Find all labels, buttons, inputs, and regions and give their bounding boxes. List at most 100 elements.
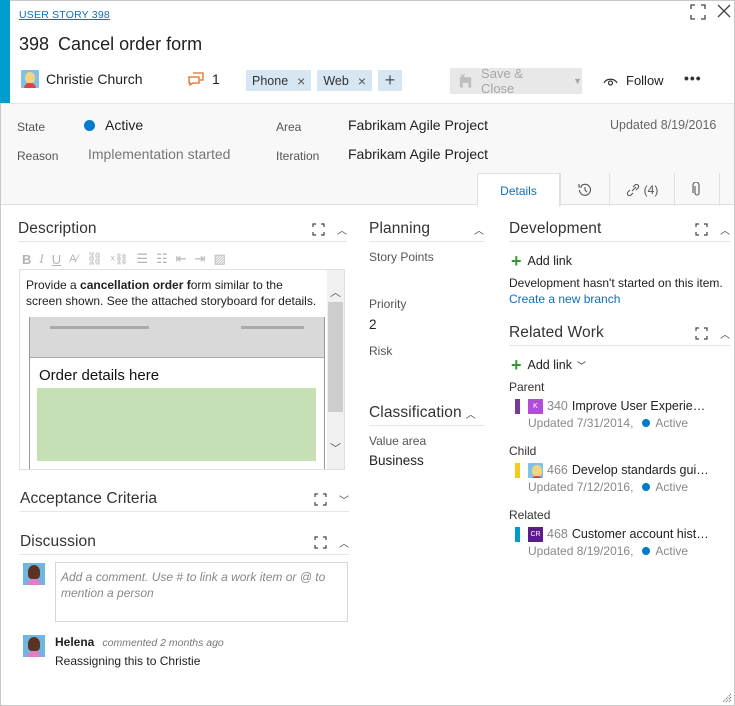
plus-icon: + bbox=[511, 251, 522, 271]
maximize-icon[interactable] bbox=[312, 222, 325, 236]
add-tag-button[interactable]: + bbox=[378, 70, 403, 91]
collapse-chevron-icon[interactable]: ︿ bbox=[339, 535, 349, 550]
maximize-icon[interactable] bbox=[314, 535, 327, 549]
work-item-type-color bbox=[515, 526, 520, 542]
related-item: K 340 Improve User Experience Updated 7/… bbox=[515, 398, 730, 430]
remove-tag-icon[interactable]: × bbox=[358, 73, 366, 89]
description-editor[interactable]: Provide a cancellation order form simila… bbox=[19, 269, 345, 470]
tab-attachments[interactable] bbox=[674, 173, 720, 206]
tab-details[interactable]: Details bbox=[477, 173, 560, 207]
iteration-label: Iteration bbox=[276, 149, 320, 163]
work-item-type-color bbox=[515, 398, 520, 414]
value-area-label: Value area bbox=[369, 434, 427, 448]
collapse-chevron-icon[interactable]: ︿ bbox=[720, 222, 730, 237]
work-item-title-text[interactable]: Cancel order form bbox=[58, 34, 202, 54]
comment-author-avatar bbox=[23, 635, 45, 657]
create-branch-link[interactable]: Create a new branch bbox=[509, 292, 620, 306]
risk-field[interactable] bbox=[369, 360, 484, 380]
work-item-icon: K bbox=[528, 398, 543, 414]
priority-label: Priority bbox=[369, 297, 407, 311]
remove-tag-icon[interactable]: × bbox=[297, 73, 305, 89]
resize-grip-icon[interactable] bbox=[720, 691, 732, 703]
related-item-title[interactable]: Customer account history bbox=[572, 527, 712, 541]
comment-count-button[interactable]: 1 bbox=[188, 71, 220, 87]
classification-title: Classification bbox=[369, 404, 462, 421]
editor-scrollbar[interactable]: ︿ ﹀ bbox=[327, 270, 344, 469]
state-dot-icon bbox=[642, 419, 651, 427]
bold-icon[interactable]: B bbox=[22, 252, 31, 267]
comment-input[interactable]: Add a comment. Use # to link a work item… bbox=[55, 562, 348, 622]
more-actions-icon[interactable]: ••• bbox=[684, 70, 702, 86]
tab-bar: Details (4) bbox=[477, 173, 720, 207]
collapse-chevron-icon[interactable]: ︿ bbox=[474, 222, 484, 237]
highlight-icon[interactable]: A⁄ bbox=[69, 253, 78, 265]
chevron-down-icon: ﹀ bbox=[577, 360, 587, 371]
assigned-to-field[interactable]: Christie Church bbox=[21, 70, 142, 88]
numbered-list-icon[interactable]: ☷ bbox=[156, 251, 168, 267]
development-title: Development bbox=[509, 220, 602, 237]
tab-history[interactable] bbox=[560, 173, 609, 206]
save-and-close-button[interactable]: Save & Close ▼ bbox=[450, 66, 582, 96]
priority-field[interactable]: 2 bbox=[369, 317, 377, 332]
related-work-add-link-button[interactable]: + Add link ﹀ bbox=[511, 356, 586, 374]
related-item: 466 Develop standards guid... Updated 7/… bbox=[515, 462, 730, 494]
italic-icon[interactable]: I bbox=[39, 251, 43, 267]
collapse-chevron-icon[interactable]: ︿ bbox=[466, 406, 476, 421]
maximize-icon[interactable] bbox=[314, 492, 327, 506]
comment-author[interactable]: Helena bbox=[55, 635, 94, 649]
work-item-icon: CR bbox=[528, 526, 543, 542]
save-options-chevron-icon[interactable]: ▼ bbox=[573, 76, 582, 86]
expand-chevron-icon[interactable]: ﹀ bbox=[339, 492, 349, 507]
underline-icon[interactable]: U bbox=[52, 252, 61, 267]
avatar bbox=[21, 70, 39, 88]
close-icon[interactable] bbox=[717, 4, 731, 18]
comment-timestamp: commented 2 months ago bbox=[102, 637, 224, 649]
acceptance-criteria-section-header[interactable]: Acceptance Criteria ﹀ bbox=[20, 487, 349, 512]
story-points-field[interactable] bbox=[369, 266, 484, 286]
maximize-icon[interactable] bbox=[690, 4, 706, 20]
work-item-title[interactable]: 398 Cancel order form bbox=[19, 34, 202, 55]
state-dot-icon bbox=[84, 120, 95, 131]
related-item: CR 468 Customer account history Updated … bbox=[515, 526, 730, 558]
related-item-title[interactable]: Improve User Experience bbox=[572, 399, 712, 413]
collapse-chevron-icon[interactable]: ︿ bbox=[337, 222, 347, 237]
link-icon[interactable]: ⛓ bbox=[86, 251, 103, 267]
related-item-title[interactable]: Develop standards guid... bbox=[572, 463, 712, 477]
area-field[interactable]: Fabrikam Agile Project bbox=[348, 117, 488, 133]
save-icon bbox=[459, 74, 472, 88]
history-icon bbox=[578, 183, 592, 196]
tab-links[interactable]: (4) bbox=[609, 173, 674, 206]
description-title: Description bbox=[18, 220, 97, 237]
state-field[interactable]: Active bbox=[84, 117, 143, 133]
outdent-icon[interactable]: ⇤ bbox=[176, 251, 187, 267]
scrollbar-thumb[interactable] bbox=[328, 302, 343, 412]
scroll-up-icon[interactable]: ︿ bbox=[327, 284, 344, 300]
value-area-field[interactable]: Business bbox=[369, 453, 424, 468]
related-item-id: 466 bbox=[547, 463, 568, 477]
development-add-link-button[interactable]: + Add link bbox=[511, 252, 572, 270]
tag-phone[interactable]: Phone × bbox=[246, 70, 312, 91]
related-work-title: Related Work bbox=[509, 324, 604, 341]
reason-field[interactable]: Implementation started bbox=[88, 146, 230, 162]
unlink-icon[interactable]: ˣ⛓ bbox=[111, 253, 129, 266]
planning-title: Planning bbox=[369, 220, 431, 237]
related-group-label-child: Child bbox=[509, 444, 537, 458]
state-dot-icon bbox=[642, 547, 651, 555]
development-section-header: Development ︿ bbox=[509, 217, 730, 242]
follow-button[interactable]: Follow bbox=[603, 73, 664, 88]
indent-icon[interactable]: ⇥ bbox=[195, 251, 206, 267]
maximize-icon[interactable] bbox=[695, 326, 708, 340]
paperclip-icon bbox=[692, 182, 700, 196]
maximize-icon[interactable] bbox=[695, 222, 708, 236]
scroll-down-icon[interactable]: ﹀ bbox=[327, 440, 344, 456]
classification-section-header: Classification ︿ bbox=[369, 401, 484, 426]
tag-web[interactable]: Web × bbox=[317, 70, 373, 91]
iteration-field[interactable]: Fabrikam Agile Project bbox=[348, 146, 488, 162]
storyboard-label: Order details here bbox=[39, 367, 160, 384]
bulleted-list-icon[interactable]: ☰ bbox=[136, 251, 148, 267]
risk-label: Risk bbox=[369, 344, 393, 358]
work-item-type-link[interactable]: USER STORY 398 bbox=[19, 9, 110, 21]
image-icon[interactable]: ▨ bbox=[214, 251, 226, 267]
collapse-chevron-icon[interactable]: ︿ bbox=[720, 326, 730, 341]
related-item-state: Active bbox=[655, 416, 689, 430]
